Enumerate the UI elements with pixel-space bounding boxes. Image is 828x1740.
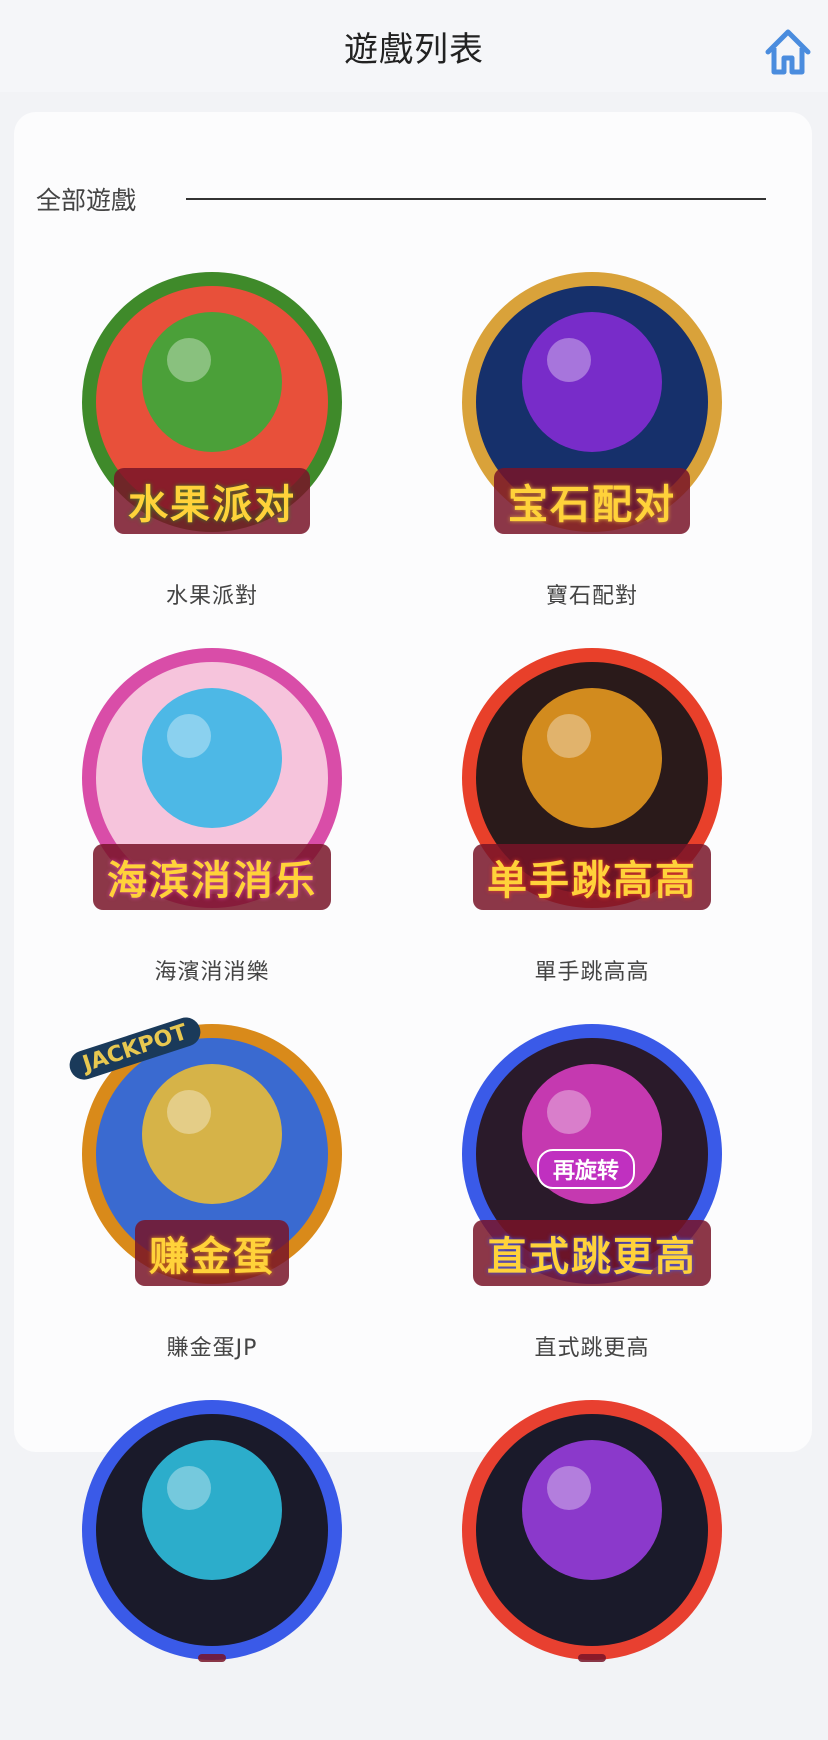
game-logo <box>578 1654 606 1662</box>
section-header: 全部遊戲 <box>36 182 766 216</box>
game-logo <box>198 1654 226 1662</box>
game-tile[interactable]: 直式跳更高 再旋转直式跳更高 <box>442 1014 742 1364</box>
page-title: 遊戲列表 <box>344 29 484 70</box>
game-tile[interactable]: 宝石配对 寶石配對 <box>442 262 742 612</box>
home-button[interactable] <box>760 24 816 80</box>
game-name: 賺金蛋JP <box>166 1336 258 1361</box>
game-tile[interactable]: 水果派对 水果派對 <box>62 262 362 612</box>
game-logo: 水果派对 <box>114 468 310 534</box>
section-divider <box>186 198 766 200</box>
game-name: 水果派對 <box>165 584 258 609</box>
game-name: 海濱消消樂 <box>154 960 270 985</box>
game-logo: 单手跳高高 <box>473 844 711 910</box>
home-icon <box>765 29 811 75</box>
game-thumbnail[interactable] <box>447 1390 737 1680</box>
game-thumbnail[interactable]: 单手跳高高 <box>447 638 737 928</box>
game-logo: 宝石配对 <box>494 468 690 534</box>
game-thumbnail[interactable]: 海滨消消乐 <box>67 638 357 928</box>
game-name: 單手跳高高 <box>534 960 650 985</box>
game-name: 直式跳更高 <box>534 1336 650 1361</box>
game-thumbnail[interactable]: 水果派对 <box>67 262 357 552</box>
game-badge: 再旋转 <box>537 1149 636 1189</box>
game-logo: 直式跳更高 <box>473 1220 711 1286</box>
game-logo: 赚金蛋 <box>135 1220 289 1286</box>
section-label: 全部遊戲 <box>36 186 137 215</box>
game-tile[interactable]: 单手跳高高單手跳高高 <box>442 638 742 988</box>
game-tile[interactable]: 海滨消消乐海濱消消樂 <box>62 638 362 988</box>
game-thumbnail[interactable]: 宝石配对 <box>447 262 737 552</box>
game-tile[interactable] <box>62 1390 362 1740</box>
game-tile[interactable]: 赚金蛋 JACKPOT 賺金蛋JP <box>62 1013 362 1364</box>
game-tile[interactable] <box>442 1390 742 1740</box>
game-list-card: 全部遊戲 水果派对 水果派對 宝石配对 寶石配對 海滨消消乐 海濱消消樂 单手跳高高 單手跳高… <box>14 112 812 1662</box>
game-thumbnail[interactable]: 赚金蛋 JACKPOT <box>65 1013 357 1304</box>
top-bar: 遊戲列表 <box>0 0 828 92</box>
game-thumbnail[interactable] <box>67 1390 357 1680</box>
game-logo: 海滨消消乐 <box>93 844 331 910</box>
game-name: 寶石配對 <box>545 584 638 609</box>
game-thumbnail[interactable]: 直式跳更高 再旋转 <box>447 1014 737 1304</box>
